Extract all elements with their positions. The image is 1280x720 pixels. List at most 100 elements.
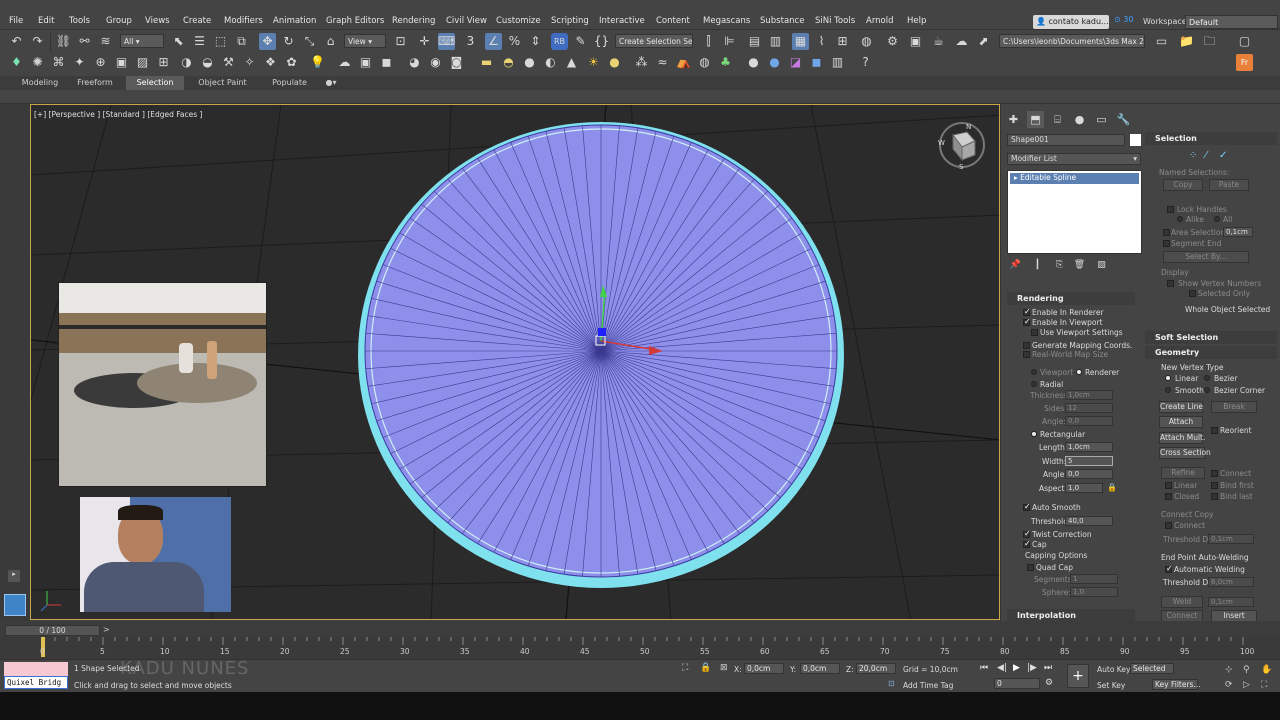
mirror-icon[interactable]: ⫿ <box>700 33 717 50</box>
menu-sini-tools[interactable]: SiNi Tools <box>815 16 855 26</box>
blue-plane-icon[interactable]: ◼ <box>378 54 395 71</box>
sphere-light-icon[interactable]: ● <box>606 54 623 71</box>
angle-snap-icon[interactable]: ∠ <box>485 33 502 50</box>
isolate-icon[interactable]: ⛶ <box>682 663 688 673</box>
blue-sphere-icon[interactable]: ● <box>766 54 783 71</box>
fr-plugin-icon[interactable]: Fr <box>1236 54 1253 71</box>
cross-section-button[interactable]: Cross Section <box>1159 447 1211 459</box>
account-dropdown[interactable]: 👤 contato kadu... ▾ <box>1033 15 1109 29</box>
orbit-icon[interactable]: ⟳ <box>1225 680 1233 690</box>
project-folder-icon[interactable]: ▭ <box>1153 33 1170 50</box>
auto-key-button[interactable]: Auto Key <box>1097 665 1130 674</box>
curve-editor-icon[interactable]: ⌇ <box>813 33 830 50</box>
radial-radio[interactable] <box>1031 381 1037 387</box>
render-iterative-icon[interactable]: ☁ <box>953 33 970 50</box>
menu-edit[interactable]: Edit <box>38 16 54 26</box>
redo-icon[interactable]: ↷ <box>29 33 46 50</box>
cone-icon[interactable]: ▲ <box>563 54 580 71</box>
selection-rollout-header[interactable]: Selection <box>1145 132 1277 145</box>
remove-modifier-icon[interactable]: 🗑 <box>1071 257 1088 274</box>
fr-icon[interactable]: ▢ <box>1236 33 1253 50</box>
show-end-result-icon[interactable]: ┃ <box>1029 257 1046 274</box>
menu-arnold[interactable]: Arnold <box>866 16 894 26</box>
modifier-stack[interactable]: ▸ Editable Spline <box>1007 170 1142 254</box>
menu-create[interactable]: Create <box>183 16 211 26</box>
ribbon-toggle-icon[interactable]: ▦ <box>792 33 809 50</box>
schematic-view-icon[interactable]: ⊞ <box>834 33 851 50</box>
link-icon[interactable]: ⛓ <box>55 33 72 50</box>
z-coord-field[interactable]: 20,0cm <box>856 663 896 674</box>
viewport-radio[interactable] <box>1031 369 1037 375</box>
material-editor-icon[interactable]: ◍ <box>858 33 875 50</box>
next-key-icon[interactable]: |▶ <box>1027 663 1037 673</box>
alike-radio[interactable] <box>1177 216 1183 222</box>
threshold-spinner[interactable]: 40,0 <box>1065 516 1113 526</box>
tab-modeling[interactable]: Modeling <box>10 76 70 90</box>
segment-end-checkbox[interactable] <box>1163 240 1170 247</box>
selection-set-dropdown[interactable]: Selected <box>1130 663 1174 674</box>
viewport-label[interactable]: [+] [Perspective ] [Standard ] [Edged Fa… <box>34 110 202 119</box>
render-setup-icon[interactable]: ⚙ <box>884 33 901 50</box>
gizmo-plane[interactable] <box>598 328 606 336</box>
pivot-center-icon[interactable]: ⊡ <box>392 33 409 50</box>
viewcube[interactable]: N S W <box>938 122 985 171</box>
y-coord-field[interactable]: 0,0cm <box>800 663 840 674</box>
width-spinner[interactable]: 5 <box>1065 456 1113 466</box>
stack-item-editable-spline[interactable]: ▸ Editable Spline <box>1010 173 1139 184</box>
time-tag-icon[interactable]: ⊡ <box>888 679 895 688</box>
viewport-layout-icon[interactable] <box>4 594 26 616</box>
tree-icon[interactable]: ♣ <box>717 54 734 71</box>
tent-icon[interactable]: ⛺ <box>675 54 692 71</box>
bulb-icon[interactable]: 💡 <box>309 54 326 71</box>
edit-named-selection-icon[interactable]: ✎ <box>572 33 589 50</box>
grid-icon[interactable]: ⊞ <box>155 54 172 71</box>
menu-rendering[interactable]: Rendering <box>392 16 435 26</box>
color-icon[interactable]: ◕ <box>406 54 423 71</box>
yellow-dome-icon[interactable]: ◓ <box>500 54 517 71</box>
menu-tools[interactable]: Tools <box>69 16 90 26</box>
expand-arrow-icon[interactable]: ▸ <box>8 570 20 582</box>
object-name-field[interactable]: Shape001 <box>1007 134 1125 146</box>
object-icon[interactable]: ◒ <box>199 54 216 71</box>
menu-content[interactable]: Content <box>656 16 690 26</box>
weld-button[interactable]: Weld <box>1161 596 1203 608</box>
absolute-mode-icon[interactable]: ⊠ <box>720 663 728 673</box>
shape-icon[interactable]: ⊕ <box>92 54 109 71</box>
closed-checkbox[interactable] <box>1165 493 1172 500</box>
set-key-plus-icon[interactable]: + <box>1067 664 1089 688</box>
select-by-button[interactable]: Select By... <box>1163 251 1249 263</box>
time-config-icon[interactable]: ⚙ <box>1045 678 1053 688</box>
pin-stack-icon[interactable]: 📌 <box>1007 257 1024 274</box>
ref-coord-system[interactable]: View ▾ <box>344 34 386 48</box>
area-selection-spinner[interactable]: 0,1cm <box>1223 227 1253 237</box>
configure-sets-icon[interactable]: ▨ <box>1093 257 1110 274</box>
scale-icon[interactable]: ⤡ <box>301 33 318 50</box>
attach-button[interactable]: Attach <box>1159 416 1203 428</box>
zoom-extents-icon[interactable]: ⊹ <box>1225 665 1233 675</box>
angle2-spinner[interactable]: 0,0 <box>1065 469 1113 479</box>
rectangular-radio[interactable] <box>1031 431 1037 437</box>
use-viewport-settings-checkbox[interactable] <box>1031 329 1038 336</box>
next-frame-icon[interactable]: > <box>103 625 110 634</box>
automatic-welding-checkbox[interactable] <box>1165 564 1173 573</box>
geometry-icon[interactable]: ▨ <box>134 54 151 71</box>
thickness-spinner[interactable]: 1,0cm <box>1065 390 1113 400</box>
auto-smooth-checkbox[interactable] <box>1023 502 1031 511</box>
system-icon[interactable]: ✿ <box>283 54 300 71</box>
connect2-checkbox[interactable] <box>1165 522 1172 529</box>
quad-cap-checkbox[interactable] <box>1027 564 1034 571</box>
segment-mode-icon[interactable]: ⁄ <box>1205 150 1207 161</box>
effect-icon[interactable]: ✧ <box>241 54 258 71</box>
keyboard-shortcut-icon[interactable]: ⌨ <box>438 33 455 50</box>
bucket-icon[interactable]: ◉ <box>427 54 444 71</box>
unlink-icon[interactable]: ⚯ <box>76 33 93 50</box>
aspect-spinner[interactable]: 1,0 <box>1065 483 1103 493</box>
pan-icon[interactable]: ✋ <box>1261 665 1272 675</box>
frame-slider[interactable]: 0 / 100 <box>5 625 100 636</box>
sphere-white-icon[interactable]: ● <box>745 54 762 71</box>
lock-handles-checkbox[interactable] <box>1167 206 1174 213</box>
create-tab-icon[interactable]: ✚ <box>1005 111 1022 128</box>
play-icon[interactable]: ▶ <box>1013 663 1020 673</box>
utilities-tab-icon[interactable]: 🔧 <box>1115 111 1132 128</box>
tab-populate[interactable]: Populate <box>262 76 317 90</box>
